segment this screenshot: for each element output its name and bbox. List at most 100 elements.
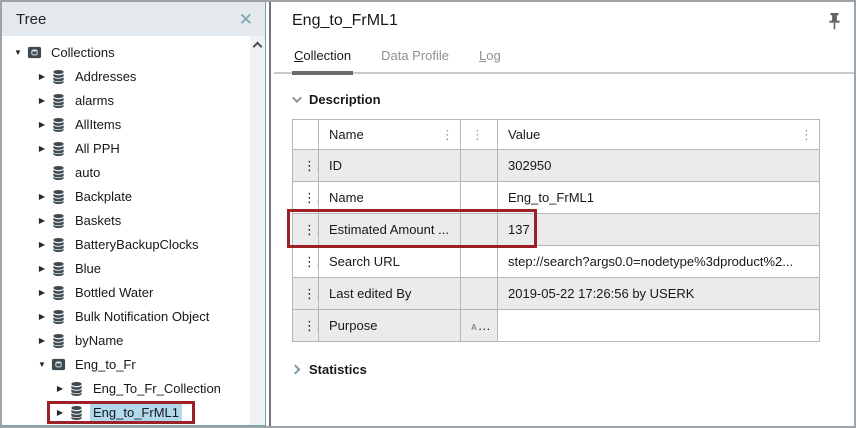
tree-item-all-pph[interactable]: ▶ All PPH bbox=[2, 136, 265, 160]
header-type-cell[interactable]: ⋮ bbox=[461, 120, 498, 150]
property-name[interactable]: Search URL bbox=[319, 246, 461, 278]
description-table-wrap: Name⋮ ⋮ Value⋮ ⋮ID302950⋮NameEng_to_FrML… bbox=[292, 119, 819, 342]
tree-item-label[interactable]: Backplate bbox=[72, 188, 135, 205]
tab-data-profile[interactable]: Data Profile bbox=[379, 42, 451, 72]
scroll-up-icon[interactable] bbox=[253, 42, 263, 52]
row-drag-handle[interactable]: ⋮ bbox=[293, 246, 319, 278]
tree-panel-title: Tree bbox=[16, 11, 46, 28]
tab-log[interactable]: Log bbox=[477, 42, 503, 72]
tree-item-label[interactable]: Blue bbox=[72, 260, 104, 277]
tree-item-label[interactable]: BatteryBackupClocks bbox=[72, 236, 202, 253]
property-value[interactable]: 302950 bbox=[498, 150, 820, 182]
row-drag-handle[interactable]: ⋮ bbox=[293, 182, 319, 214]
expand-arrow-icon[interactable]: ▶ bbox=[34, 264, 50, 273]
table-header-row: Name⋮ ⋮ Value⋮ bbox=[293, 120, 820, 150]
tree-item-label[interactable]: alarms bbox=[72, 92, 117, 109]
tree-item-label[interactable]: All PPH bbox=[72, 140, 123, 157]
tree-item-label[interactable]: Bottled Water bbox=[72, 284, 156, 301]
expand-arrow-icon[interactable]: ▶ bbox=[34, 336, 50, 345]
tree-item-label[interactable]: Baskets bbox=[72, 212, 124, 229]
expand-arrow-icon[interactable]: ▶ bbox=[34, 144, 50, 153]
tree-item-byname[interactable]: ▶ byName bbox=[2, 328, 265, 352]
tree-panel: Tree ✕ ▼ Collections ▶ Addresses ▶ alarms ▶ All… bbox=[2, 2, 266, 426]
tab-bar: Collection Data Profile Log bbox=[274, 42, 854, 74]
tree-scrollbar[interactable] bbox=[250, 36, 265, 425]
type-cell bbox=[461, 150, 498, 182]
expand-arrow-icon[interactable]: ▶ bbox=[34, 312, 50, 321]
chevron-right-icon bbox=[291, 365, 301, 375]
property-name[interactable]: Name bbox=[319, 182, 461, 214]
tree-item-bulk-notification-object[interactable]: ▶ Bulk Notification Object bbox=[2, 304, 265, 328]
property-row-purpose: ⋮PurposeABC bbox=[293, 310, 820, 342]
tree-item-auto[interactable]: auto bbox=[2, 160, 265, 184]
panel-splitter[interactable] bbox=[266, 2, 274, 426]
tree-item-collections[interactable]: ▼ Collections bbox=[2, 40, 265, 64]
database-icon bbox=[68, 404, 84, 420]
tree-item-backplate[interactable]: ▶ Backplate bbox=[2, 184, 265, 208]
expand-arrow-icon[interactable]: ▶ bbox=[34, 192, 50, 201]
property-value[interactable]: Eng_to_FrML1 bbox=[498, 182, 820, 214]
collapse-arrow-icon[interactable]: ▼ bbox=[34, 360, 50, 369]
statistics-section-header[interactable]: Statistics bbox=[292, 362, 854, 377]
database-icon bbox=[50, 236, 66, 252]
column-menu-icon[interactable]: ⋮ bbox=[471, 127, 484, 142]
property-row-estimated-amount-: ⋮Estimated Amount ... 137 bbox=[293, 214, 820, 246]
tree-item-label[interactable]: Bulk Notification Object bbox=[72, 308, 212, 325]
tree-item-label[interactable]: auto bbox=[72, 164, 103, 181]
tree-item-allitems[interactable]: ▶ AllItems bbox=[2, 112, 265, 136]
property-value[interactable]: 2019-05-22 17:26:56 by USERK bbox=[498, 278, 820, 310]
property-row-search-url: ⋮Search URL step://search?args0.0=nodetyp… bbox=[293, 246, 820, 278]
tab-collection[interactable]: Collection bbox=[292, 42, 353, 75]
expand-arrow-icon[interactable]: ▶ bbox=[52, 384, 68, 393]
expand-arrow-icon[interactable]: ▶ bbox=[34, 216, 50, 225]
expand-arrow-icon[interactable]: ▶ bbox=[34, 72, 50, 81]
description-section-label: Description bbox=[309, 92, 381, 107]
column-menu-icon[interactable]: ⋮ bbox=[441, 128, 454, 141]
property-value[interactable]: step://search?args0.0=nodetype%3dproduct… bbox=[498, 246, 820, 278]
property-name[interactable]: Estimated Amount ... bbox=[319, 214, 461, 246]
tree-item-label[interactable]: Collections bbox=[48, 44, 118, 61]
expand-arrow-icon[interactable]: ▶ bbox=[34, 240, 50, 249]
collapse-arrow-icon[interactable]: ▼ bbox=[10, 48, 26, 57]
database-icon bbox=[50, 332, 66, 348]
property-name[interactable]: Purpose bbox=[319, 310, 461, 342]
column-menu-icon[interactable]: ⋮ bbox=[800, 128, 813, 141]
statistics-section-label: Statistics bbox=[309, 362, 367, 377]
property-value[interactable]: 137 bbox=[498, 214, 820, 246]
expand-arrow-icon[interactable]: ▶ bbox=[52, 408, 68, 417]
property-name[interactable]: ID bbox=[319, 150, 461, 182]
tree-item-label[interactable]: byName bbox=[72, 332, 126, 349]
row-drag-handle[interactable]: ⋮ bbox=[293, 278, 319, 310]
tree-item-alarms[interactable]: ▶ alarms bbox=[2, 88, 265, 112]
tree-item-label[interactable]: Eng_to_Fr bbox=[72, 356, 139, 373]
tree-item-eng-to-fr-collection[interactable]: ▶ Eng_To_Fr_Collection bbox=[2, 376, 265, 400]
tree-item-batterybackupclocks[interactable]: ▶ BatteryBackupClocks bbox=[2, 232, 265, 256]
property-name[interactable]: Last edited By bbox=[319, 278, 461, 310]
tree-item-blue[interactable]: ▶ Blue bbox=[2, 256, 265, 280]
pin-icon[interactable] bbox=[828, 12, 841, 32]
header-value-cell[interactable]: Value⋮ bbox=[498, 120, 820, 150]
expand-arrow-icon[interactable]: ▶ bbox=[34, 288, 50, 297]
expand-arrow-icon[interactable]: ▶ bbox=[34, 120, 50, 129]
row-drag-handle[interactable]: ⋮ bbox=[293, 150, 319, 182]
header-name-cell[interactable]: Name⋮ bbox=[319, 120, 461, 150]
property-value[interactable] bbox=[498, 310, 820, 342]
tree-item-label[interactable]: AllItems bbox=[72, 116, 124, 133]
tree-item-eng-to-fr[interactable]: ▼ Eng_to_Fr bbox=[2, 352, 265, 376]
tree-list: ▼ Collections ▶ Addresses ▶ alarms ▶ AllItems ▶ A… bbox=[2, 36, 265, 424]
tree-item-eng-to-frml1[interactable]: ▶ Eng_to_FrML1 bbox=[2, 400, 265, 424]
row-drag-handle[interactable]: ⋮ bbox=[293, 214, 319, 246]
database-icon bbox=[50, 188, 66, 204]
tree-item-label[interactable]: Eng_To_Fr_Collection bbox=[90, 380, 224, 397]
expand-arrow-icon[interactable]: ▶ bbox=[34, 96, 50, 105]
close-icon[interactable]: ✕ bbox=[239, 11, 253, 28]
tree-item-bottled-water[interactable]: ▶ Bottled Water bbox=[2, 280, 265, 304]
tree-item-baskets[interactable]: ▶ Baskets bbox=[2, 208, 265, 232]
type-cell bbox=[461, 214, 498, 246]
description-section-header[interactable]: Description bbox=[292, 92, 854, 107]
page-title: Eng_to_FrML1 bbox=[274, 2, 854, 30]
tree-item-addresses[interactable]: ▶ Addresses bbox=[2, 64, 265, 88]
tree-item-label[interactable]: Addresses bbox=[72, 68, 139, 85]
row-drag-handle[interactable]: ⋮ bbox=[293, 310, 319, 342]
tree-item-label[interactable]: Eng_to_FrML1 bbox=[90, 404, 182, 421]
